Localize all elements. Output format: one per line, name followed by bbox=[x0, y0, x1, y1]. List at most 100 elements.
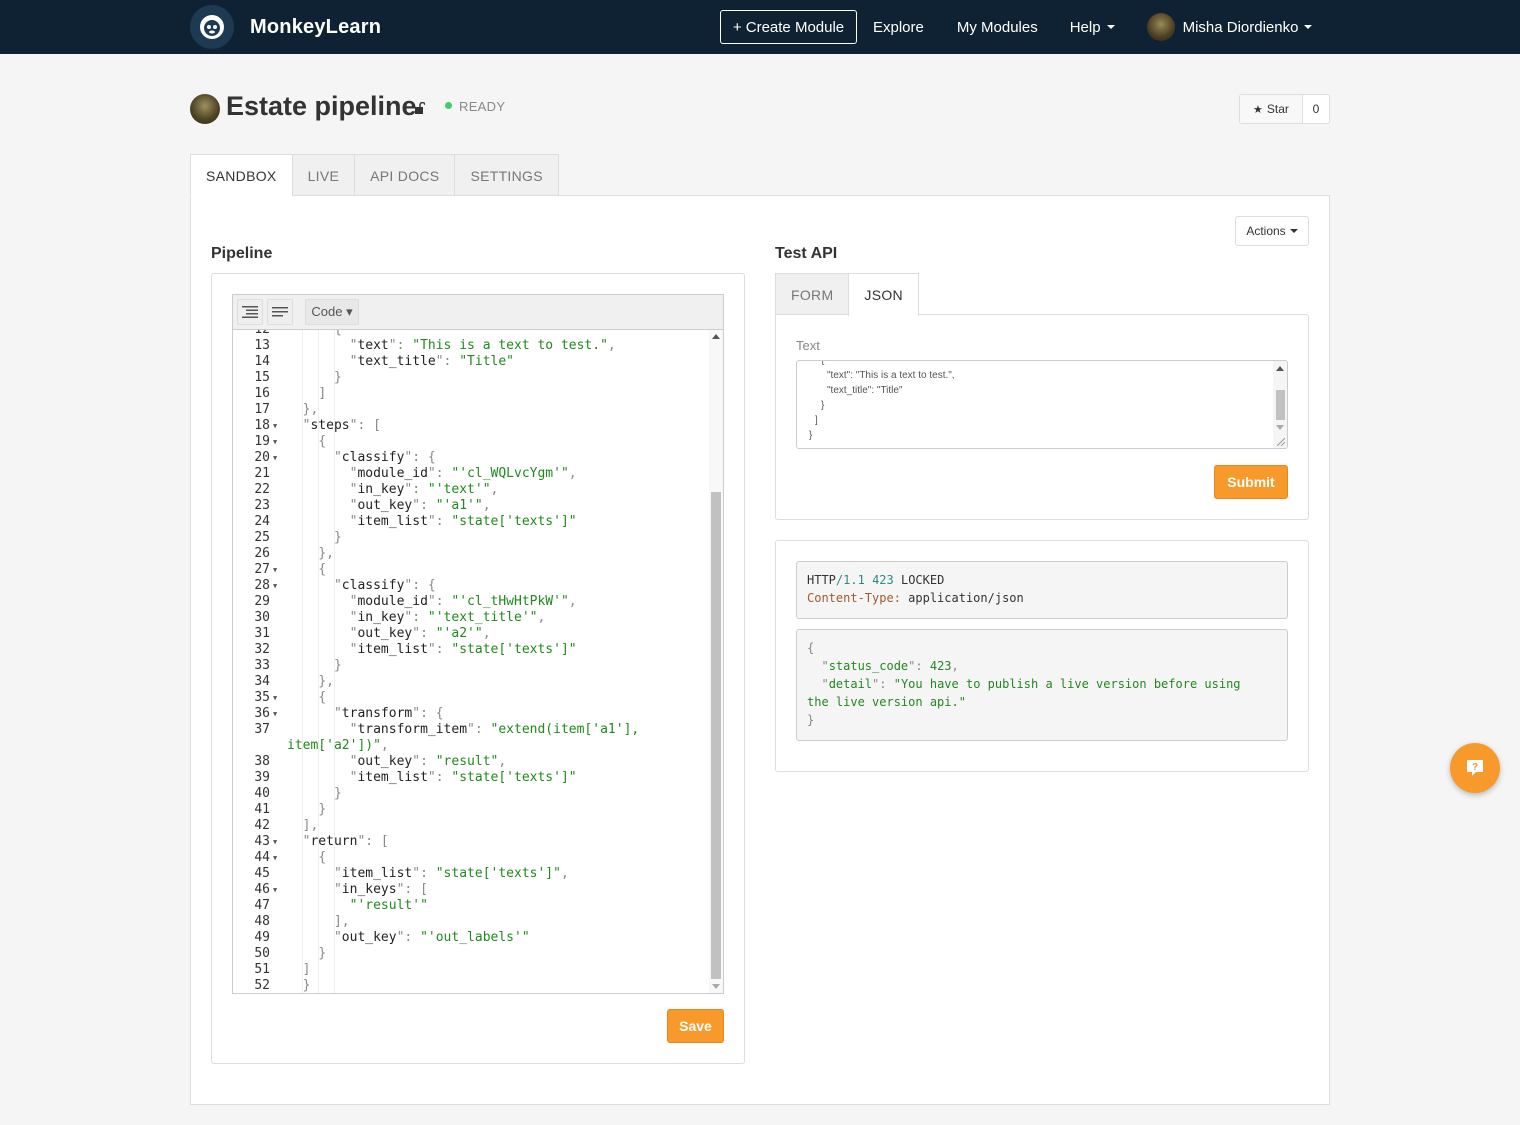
actions-dropdown-button[interactable]: Actions bbox=[1235, 216, 1309, 246]
textarea-line: "text": "This is a text to test.", bbox=[827, 370, 955, 381]
code-text: } bbox=[333, 786, 342, 801]
submit-button[interactable]: Submit bbox=[1214, 465, 1288, 499]
code-line: 42 ], bbox=[233, 818, 709, 834]
editor-scrollbar[interactable] bbox=[709, 330, 723, 993]
page-title: Estate pipeline bbox=[226, 91, 417, 121]
nav-explore[interactable]: Explore bbox=[873, 10, 924, 44]
line-number: 38 bbox=[254, 754, 270, 769]
response-content-type: Content-Type: application/json bbox=[807, 591, 1024, 605]
fold-toggle-icon[interactable]: ▼ bbox=[273, 834, 277, 850]
user-menu-dropdown[interactable]: Misha Diordienko bbox=[1146, 13, 1313, 41]
code-line: 16 ] bbox=[233, 386, 709, 402]
code-line: 15 } bbox=[233, 370, 709, 386]
line-number: 48 bbox=[254, 914, 270, 929]
code-text: { bbox=[318, 434, 327, 449]
code-text: } bbox=[333, 370, 342, 385]
tab-settings[interactable]: SETTINGS bbox=[454, 154, 559, 196]
code-text: { bbox=[318, 850, 327, 865]
fold-toggle-icon[interactable]: ▼ bbox=[273, 434, 277, 450]
nav-help-dropdown[interactable]: Help bbox=[1070, 10, 1115, 44]
module-owner-avatar bbox=[190, 94, 220, 124]
scrollbar-thumb[interactable] bbox=[1276, 390, 1285, 420]
fold-toggle-icon[interactable]: ▼ bbox=[273, 882, 277, 898]
scroll-down-icon[interactable] bbox=[712, 984, 720, 989]
json-textarea[interactable]: { "text": "This is a text to test.", "te… bbox=[796, 360, 1288, 449]
scroll-up-icon[interactable] bbox=[1276, 366, 1284, 371]
code-line: 43 ▼ "return": [ bbox=[233, 834, 709, 850]
monkey-logo-icon bbox=[190, 5, 234, 49]
code-line: 20 ▼ "classify": { bbox=[233, 450, 709, 466]
code-text: "in_key": "'text'", bbox=[349, 482, 499, 497]
line-number: 14 bbox=[254, 354, 270, 369]
line-number: 34 bbox=[254, 674, 270, 689]
line-number: 37 bbox=[254, 722, 270, 737]
code-text: "out_key": "'a2'", bbox=[349, 626, 491, 641]
format-code-icon[interactable] bbox=[237, 299, 263, 325]
line-number: 47 bbox=[254, 898, 270, 913]
tab-api-docs[interactable]: API DOCS bbox=[354, 154, 456, 196]
fold-toggle-icon[interactable]: ▼ bbox=[273, 706, 277, 722]
nav-my-modules[interactable]: My Modules bbox=[957, 10, 1038, 44]
code-text: } bbox=[333, 658, 342, 673]
fold-toggle-icon[interactable]: ▼ bbox=[273, 578, 277, 594]
scroll-up-icon[interactable] bbox=[712, 334, 720, 339]
tab-live[interactable]: LIVE bbox=[291, 154, 356, 196]
module-tabs: SANDBOX LIVE API DOCS SETTINGS bbox=[190, 154, 559, 197]
code-text: { bbox=[318, 562, 327, 577]
create-module-button[interactable]: + Create Module bbox=[720, 10, 857, 44]
response-status-line: HTTP/1.1 423 LOCKED bbox=[807, 573, 945, 587]
fold-toggle-icon[interactable]: ▼ bbox=[273, 850, 277, 866]
code-text: "module_id": "'cl_tHwHtPkW'", bbox=[349, 594, 577, 609]
scroll-down-icon[interactable] bbox=[1276, 425, 1284, 430]
line-number: 18 bbox=[254, 418, 270, 433]
editor-mode-select[interactable]: Code ▾ bbox=[305, 299, 359, 325]
line-number: 50 bbox=[254, 946, 270, 961]
code-text: "out_key": "result", bbox=[349, 754, 507, 769]
nav-help-label: Help bbox=[1069, 18, 1101, 36]
line-number: 15 bbox=[254, 370, 270, 385]
code-line: 25 } bbox=[233, 530, 709, 546]
tab-form[interactable]: FORM bbox=[775, 273, 850, 315]
fold-toggle-icon[interactable]: ▼ bbox=[273, 450, 277, 466]
star-icon: ★ bbox=[1253, 103, 1263, 116]
textarea-line: "text_title": "Title" bbox=[827, 385, 903, 396]
chevron-down-icon bbox=[1304, 25, 1313, 29]
tab-sandbox[interactable]: SANDBOX bbox=[190, 154, 293, 197]
code-line: 48 ], bbox=[233, 914, 709, 930]
brand-logo[interactable]: MonkeyLearn bbox=[190, 5, 381, 49]
star-label: Star bbox=[1266, 102, 1289, 116]
fold-toggle-icon[interactable]: ▼ bbox=[273, 690, 277, 706]
code-text: "item_list": "state['texts']" bbox=[349, 514, 577, 529]
code-area[interactable]: 12 {13 "text": "This is a text to test."… bbox=[233, 330, 723, 993]
code-text: }, bbox=[318, 546, 334, 561]
save-button[interactable]: Save bbox=[667, 1009, 724, 1043]
code-text: ], bbox=[333, 914, 350, 929]
fold-toggle-icon[interactable]: ▼ bbox=[273, 562, 277, 578]
code-text: ] bbox=[318, 386, 327, 401]
user-name: Misha Diordienko bbox=[1182, 18, 1299, 36]
textarea-scrollbar[interactable] bbox=[1273, 361, 1287, 448]
resize-handle-icon[interactable] bbox=[1277, 438, 1285, 446]
line-number: 29 bbox=[254, 594, 270, 609]
compact-code-icon[interactable] bbox=[267, 299, 293, 325]
scrollbar-thumb[interactable] bbox=[711, 492, 721, 979]
star-button[interactable]: ★ Star bbox=[1240, 95, 1303, 123]
fold-toggle-icon[interactable]: ▼ bbox=[273, 418, 277, 434]
line-number: 51 bbox=[254, 962, 270, 977]
code-line: 12 { bbox=[233, 330, 709, 338]
code-text: "out_key": "'out_labels'" bbox=[333, 930, 530, 945]
line-number: 43 bbox=[254, 834, 270, 849]
line-number: 45 bbox=[254, 866, 270, 881]
code-text: "transform_item": "extend(item['a1'], bbox=[349, 722, 640, 737]
code-line: 23 "out_key": "'a1'", bbox=[233, 498, 709, 514]
line-number: 32 bbox=[254, 642, 270, 657]
code-line: 49 "out_key": "'out_labels'" bbox=[233, 930, 709, 946]
code-line: item['a2'])", bbox=[233, 738, 709, 754]
help-chat-button[interactable]: ? bbox=[1450, 743, 1500, 793]
code-line: 26 }, bbox=[233, 546, 709, 562]
line-number: 41 bbox=[254, 802, 270, 817]
tab-json[interactable]: JSON bbox=[848, 273, 919, 316]
textarea-line: ] bbox=[815, 415, 818, 426]
textarea-line: } bbox=[809, 430, 813, 441]
line-number: 31 bbox=[254, 626, 270, 641]
